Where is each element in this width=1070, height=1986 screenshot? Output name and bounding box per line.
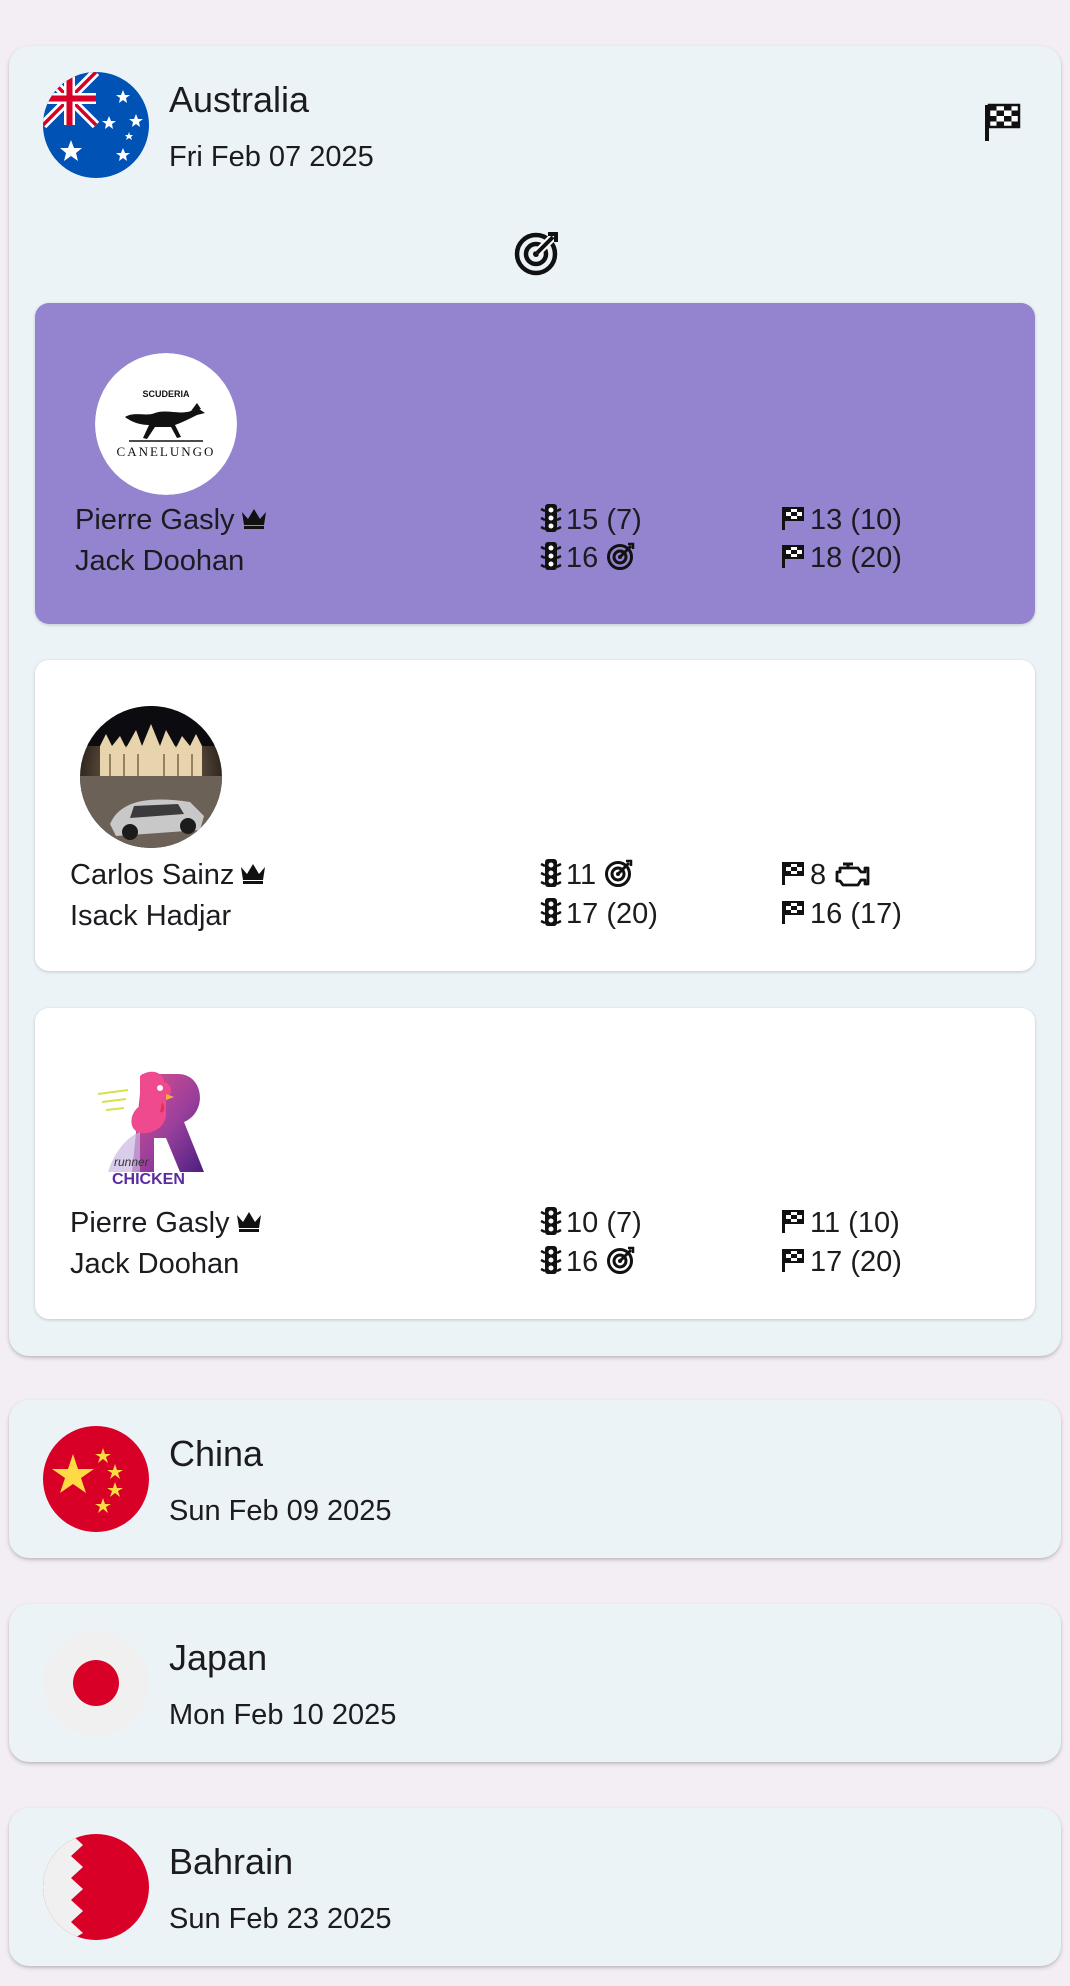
logo-text-scuderia: SCUDERIA: [142, 389, 190, 399]
race-flag-icon: [782, 1249, 804, 1272]
qualifying-stat: 10 (7): [540, 1206, 642, 1240]
race-card-bahrain[interactable]: Bahrain Sun Feb 23 2025: [9, 1808, 1061, 1966]
race-date: Sun Feb 23 2025: [169, 1903, 392, 1935]
race-stat: 8: [780, 858, 870, 892]
driver-name: Jack Doohan: [70, 1248, 240, 1280]
logo-text-runner: runner: [114, 1155, 150, 1169]
traffic-light-icon: [540, 1246, 562, 1274]
traffic-light-icon: [540, 1207, 562, 1235]
crown-icon: [236, 1212, 261, 1232]
china-flag-icon: [43, 1426, 149, 1532]
team-card[interactable]: SCUDERIA CANELUNGO Pierre Gasly Jack Doo…: [35, 303, 1035, 624]
traffic-light-icon: [540, 504, 562, 532]
team-card[interactable]: Carlos Sainz Isack Hadjar 11 17 (20) 8 1…: [35, 660, 1035, 971]
checkered-flag-icon: [985, 103, 1021, 141]
qualifying-stat: 16: [540, 1245, 636, 1279]
logo-text-canelungo: CANELUNGO: [117, 444, 216, 459]
race-flag-icon: [782, 862, 804, 885]
race-date: Mon Feb 10 2025: [169, 1699, 397, 1731]
race-name: China: [169, 1433, 264, 1474]
crown-icon: [241, 509, 266, 529]
team-card[interactable]: runner CHICKEN Pierre Gasly Jack Doohan …: [35, 1008, 1035, 1319]
target-icon: [605, 859, 633, 887]
race-name: Japan: [169, 1637, 268, 1678]
target-icon: [607, 1246, 635, 1274]
driver-name: Pierre Gasly: [70, 1206, 264, 1240]
traffic-light-icon: [540, 859, 562, 887]
race-date: Fri Feb 07 2025: [169, 141, 374, 173]
traffic-light-icon: [540, 898, 562, 926]
driver-name: Pierre Gasly: [75, 503, 269, 537]
race-flag-icon: [782, 545, 804, 568]
race-stat: 11 (10): [780, 1206, 900, 1240]
race-card-china[interactable]: China Sun Feb 09 2025: [9, 1400, 1061, 1558]
race-stat: 16 (17): [780, 897, 902, 931]
race-flag-icon: [782, 507, 804, 530]
qualifying-stat: 15 (7): [540, 503, 642, 537]
race-card-australia[interactable]: Australia Fri Feb 07 2025 SCUDERIA CANEL…: [9, 46, 1061, 1356]
driver-name: Isack Hadjar: [70, 900, 232, 932]
engine-icon: [835, 862, 870, 887]
scuderia-canelungo-logo: SCUDERIA CANELUNGO: [95, 353, 237, 495]
runner-chicken-logo: runner CHICKEN: [80, 1054, 222, 1196]
race-flag-icon: [782, 1210, 804, 1233]
logo-text-chicken: CHICKEN: [112, 1171, 185, 1188]
race-flag-icon: [782, 901, 804, 924]
bahrain-flag-icon: [43, 1834, 149, 1940]
race-date: Sun Feb 09 2025: [169, 1495, 392, 1527]
race-header[interactable]: Australia Fri Feb 07 2025: [9, 46, 1061, 196]
qualifying-stat: 16: [540, 541, 636, 575]
traffic-light-icon: [540, 542, 562, 570]
race-name: Bahrain: [169, 1841, 294, 1882]
driver-name: Jack Doohan: [75, 545, 245, 577]
qualifying-stat: 17 (20): [540, 897, 658, 931]
race-stat: 18 (20): [780, 541, 902, 575]
qualifying-stat: 11: [540, 858, 634, 892]
race-stat: 13 (10): [780, 503, 902, 537]
driver-name: Carlos Sainz: [70, 858, 268, 892]
target-icon[interactable]: [513, 229, 561, 277]
race-card-japan[interactable]: Japan Mon Feb 10 2025: [9, 1604, 1061, 1762]
race-stat: 17 (20): [780, 1245, 902, 1279]
australia-flag-icon: [43, 72, 149, 178]
japan-flag-icon: [43, 1630, 149, 1736]
target-icon: [607, 542, 635, 570]
milan-cathedral-photo-logo: [80, 706, 222, 848]
race-name: Australia: [169, 79, 310, 120]
crown-icon: [241, 864, 266, 884]
